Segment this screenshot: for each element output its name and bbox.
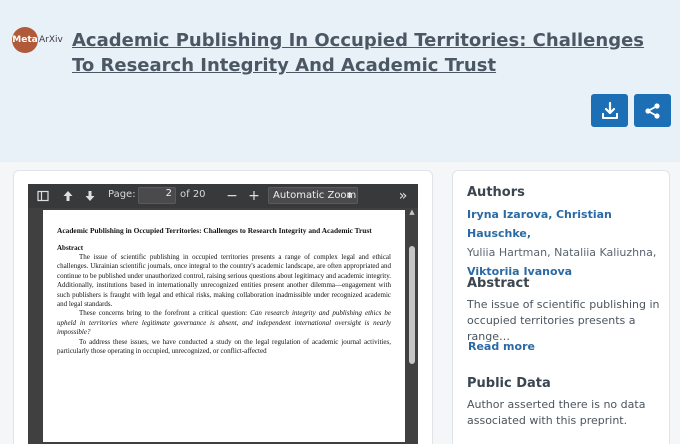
public-data-heading: Public Data [467, 376, 551, 391]
zoom-out-icon[interactable]: − [225, 188, 239, 204]
abstract-text: The issue of scientific publishing in oc… [467, 298, 660, 343]
pdf-paragraph: The issue of scientific publishing in oc… [57, 253, 391, 309]
page-count: of 20 [180, 189, 206, 200]
author-name: Yuliia Hartman, [467, 246, 551, 259]
logo-meta-badge: Meta [12, 27, 38, 53]
page-title[interactable]: Academic Publishing In Occupied Territor… [72, 28, 662, 78]
scroll-up-icon[interactable]: ▲ [408, 208, 416, 218]
pdf-paragraph: To address these issues, we have conduct… [57, 337, 391, 356]
authors-list: Iryna Izarova, Christian Hauschke, Yulii… [467, 205, 663, 281]
pdf-page: Academic Publishing in Occupied Territor… [43, 210, 405, 442]
abstract-heading: Abstract [467, 276, 530, 291]
public-data-text: Author asserted there is no data associa… [467, 398, 646, 427]
metaarxiv-logo[interactable]: Meta ArXiv [12, 26, 64, 54]
share-button[interactable] [634, 94, 671, 127]
download-button[interactable] [591, 94, 628, 127]
download-icon [601, 101, 618, 119]
zoom-in-icon[interactable]: + [247, 188, 261, 204]
page-label: Page: [108, 189, 136, 200]
page-header [0, 0, 680, 162]
share-icon [644, 102, 660, 119]
sidebar-toggle-icon[interactable] [36, 189, 50, 203]
pdf-scrollbar-thumb[interactable] [409, 246, 415, 364]
pdf-paragraph-lead: These concerns bring to the forefront a … [79, 309, 251, 318]
pdf-abstract-heading: Abstract [57, 244, 84, 252]
previous-page-icon[interactable] [61, 189, 75, 203]
pdf-paragraph: These concerns bring to the forefront a … [57, 309, 391, 337]
next-page-icon[interactable] [83, 189, 97, 203]
pdf-title: Academic Publishing in Occupied Territor… [57, 226, 372, 235]
chevron-updown-icon: ⬍ [346, 191, 353, 200]
read-more-link[interactable]: Read more [468, 340, 535, 353]
zoom-select-value: Automatic Zoom [273, 190, 357, 201]
author-name: Nataliia Kaliuzhna, [554, 246, 657, 259]
pdf-toolbar: Page: 2 of 20 − + Automatic Zoom ⬍ » [28, 184, 418, 208]
page-number-input[interactable]: 2 [138, 187, 176, 204]
logo-arxiv-text: ArXiv [39, 35, 63, 45]
zoom-select[interactable]: Automatic Zoom ⬍ [268, 187, 358, 204]
more-tools-icon[interactable]: » [396, 188, 410, 204]
author-link[interactable]: Iryna Izarova, [467, 208, 552, 221]
authors-heading: Authors [467, 185, 525, 200]
